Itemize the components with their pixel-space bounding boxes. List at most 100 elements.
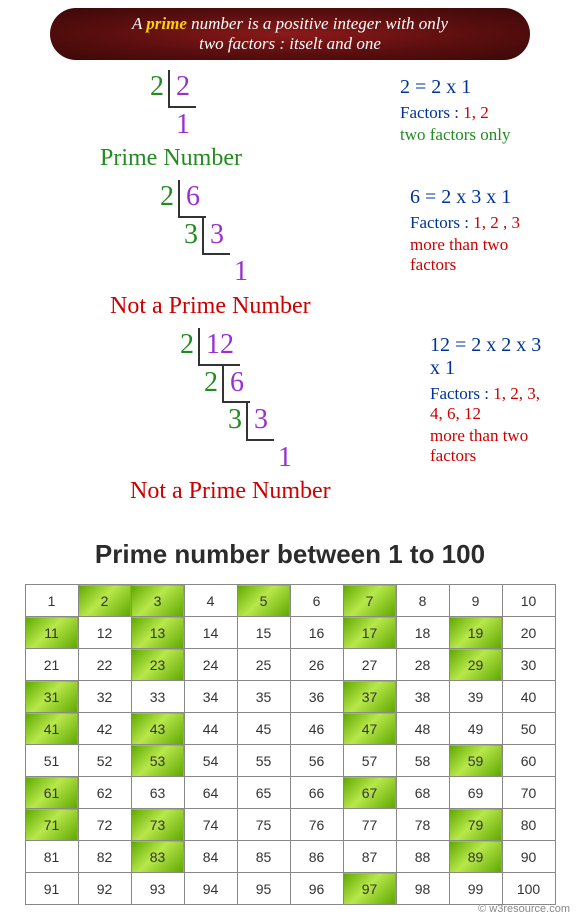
number-cell: 26 [290,649,343,681]
number-cell: 81 [25,841,78,873]
definition-banner: A prime number is a positive integer wit… [50,8,530,60]
number-cell: 35 [237,681,290,713]
prime-table: 1234567891011121314151617181920212223242… [25,584,556,905]
facts-2: 6 = 2 x 3 x 1 Factors : 1, 2 , 3 more th… [410,180,550,275]
number-cell: 98 [396,873,449,905]
divisor: 3 [174,218,198,252]
verdict-prime: Prime Number [100,145,400,172]
number-cell: 39 [449,681,502,713]
number-cell: 8 [396,585,449,617]
number-cell: 1 [25,585,78,617]
dividend: 2 [168,70,196,108]
number-cell: 87 [343,841,396,873]
number-cell: 3 [131,585,184,617]
table-title: Prime number between 1 to 100 [0,539,580,570]
number-cell: 55 [237,745,290,777]
number-cell: 93 [131,873,184,905]
number-cell: 10 [502,585,555,617]
table-row: 31323334353637383940 [25,681,555,713]
verdict-not-prime: Not a Prime Number [130,478,430,505]
number-cell: 59 [449,745,502,777]
number-cell: 46 [290,713,343,745]
example-2: 26 33 1 Not a Prime Number 6 = 2 x 3 x 1… [30,180,550,320]
number-cell: 95 [237,873,290,905]
number-cell: 12 [78,617,131,649]
number-cell: 36 [290,681,343,713]
note: more than two factors [410,235,550,275]
number-cell: 45 [237,713,290,745]
number-cell: 29 [449,649,502,681]
divisor: 2 [140,70,164,104]
table-row: 61626364656667686970 [25,777,555,809]
number-cell: 16 [290,617,343,649]
number-cell: 50 [502,713,555,745]
number-cell: 58 [396,745,449,777]
number-cell: 83 [131,841,184,873]
number-cell: 34 [184,681,237,713]
number-cell: 92 [78,873,131,905]
number-cell: 67 [343,777,396,809]
factors-line: Factors : 1, 2 [400,103,550,123]
remainder: 1 [168,108,190,142]
examples: 22 1 Prime Number 2 = 2 x 1 Factors : 1,… [0,60,580,521]
number-cell: 99 [449,873,502,905]
number-cell: 57 [343,745,396,777]
divisor: 2 [150,180,174,214]
number-cell: 31 [25,681,78,713]
banner-line-2: two factors : itselt and one [199,34,381,54]
table-row: 41424344454647484950 [25,713,555,745]
number-cell: 75 [237,809,290,841]
number-cell: 94 [184,873,237,905]
note: two factors only [400,125,550,145]
number-cell: 80 [502,809,555,841]
number-cell: 52 [78,745,131,777]
number-cell: 74 [184,809,237,841]
number-cell: 61 [25,777,78,809]
number-cell: 85 [237,841,290,873]
number-cell: 9 [449,585,502,617]
banner-prime-word: prime [146,14,187,33]
number-cell: 68 [396,777,449,809]
division-3: 212 26 33 1 Not a Prime Number [170,328,430,505]
number-cell: 18 [396,617,449,649]
division-2: 26 33 1 Not a Prime Number [150,180,410,320]
number-cell: 69 [449,777,502,809]
number-cell: 47 [343,713,396,745]
number-cell: 37 [343,681,396,713]
dividend: 6 [178,180,206,218]
number-cell: 44 [184,713,237,745]
number-cell: 30 [502,649,555,681]
number-cell: 86 [290,841,343,873]
remainder: 1 [226,255,248,289]
table-row: 11121314151617181920 [25,617,555,649]
number-cell: 66 [290,777,343,809]
number-cell: 88 [396,841,449,873]
copyright: © w3resource.com [478,903,570,915]
factors-label: Factors : [400,103,463,122]
number-cell: 4 [184,585,237,617]
number-cell: 40 [502,681,555,713]
number-cell: 17 [343,617,396,649]
equation: 12 = 2 x 2 x 3 x 1 [430,334,550,380]
number-cell: 42 [78,713,131,745]
number-cell: 51 [25,745,78,777]
dividend: 3 [202,218,230,256]
number-cell: 73 [131,809,184,841]
number-cell: 13 [131,617,184,649]
number-cell: 100 [502,873,555,905]
remainder: 1 [270,441,292,475]
number-cell: 56 [290,745,343,777]
number-cell: 90 [502,841,555,873]
equation: 6 = 2 x 3 x 1 [410,186,550,209]
note: more than two factors [430,426,550,466]
number-cell: 19 [449,617,502,649]
number-cell: 70 [502,777,555,809]
factors-line: Factors : 1, 2, 3, 4, 6, 12 [430,384,550,424]
table-row: 71727374757677787980 [25,809,555,841]
number-cell: 96 [290,873,343,905]
number-cell: 64 [184,777,237,809]
factors-label: Factors : [430,384,493,403]
dividend: 12 [198,328,240,366]
factors-values: 1, 2 [463,103,489,122]
number-cell: 62 [78,777,131,809]
